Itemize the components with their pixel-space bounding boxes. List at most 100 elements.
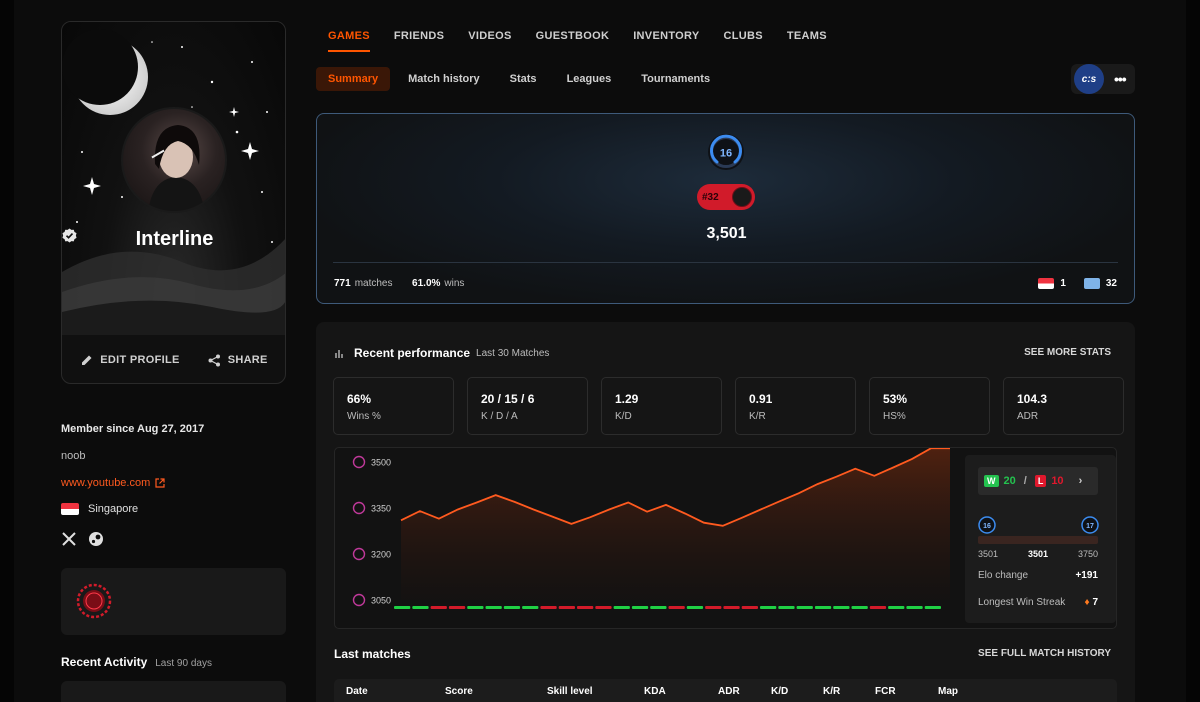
col-adr[interactable]: ADR [718, 686, 740, 697]
share-button[interactable]: SHARE [208, 354, 268, 367]
match-result-win[interactable] [888, 606, 905, 609]
match-result-loss[interactable] [577, 606, 594, 609]
fire-icon: ♦ [1084, 597, 1090, 608]
match-result-loss[interactable] [540, 606, 557, 609]
match-result-win[interactable] [778, 606, 795, 609]
x-twitter-icon[interactable] [61, 531, 77, 547]
stat-value: 104.3 [1017, 392, 1048, 406]
stat-label: K/R [749, 411, 766, 422]
col-skill-level[interactable]: Skill level [547, 686, 593, 697]
match-result-win[interactable] [412, 606, 429, 609]
recent-activity-header: Recent Activity Last 90 days [61, 655, 212, 669]
elite-badge-icon[interactable] [76, 583, 112, 619]
match-result-win[interactable] [833, 606, 850, 609]
match-result-win[interactable] [631, 606, 649, 609]
social-links [61, 531, 104, 547]
summary-totals: 771 matches 61.0% wins [334, 278, 464, 289]
elo-change-row: Elo change +191 [978, 570, 1098, 581]
match-result-win[interactable] [650, 606, 667, 609]
country-rank: 1 [1060, 278, 1066, 289]
summary-rankings: 1 32 [1038, 278, 1117, 289]
subtab-summary[interactable]: Summary [316, 67, 391, 91]
stat-label: Wins % [347, 411, 381, 422]
win-streak-label: Longest Win Streak [978, 597, 1066, 608]
match-result-win[interactable] [814, 606, 832, 609]
match-result-win[interactable] [796, 606, 813, 609]
rank-value: #32 [702, 191, 719, 203]
window-edge-left [0, 0, 14, 702]
stat-kd: 1.29 K/D [601, 377, 722, 435]
tab-guestbook[interactable]: GUESTBOOK [524, 30, 622, 52]
profile-link[interactable]: www.youtube.com [61, 477, 165, 489]
match-result-win[interactable] [467, 606, 484, 609]
match-result-win[interactable] [851, 606, 868, 609]
share-icon [208, 354, 220, 366]
col-score[interactable]: Score [445, 686, 473, 697]
match-result-loss[interactable] [668, 606, 685, 609]
game-selector[interactable]: c:s ••• [1071, 64, 1135, 94]
sub-tabs: Summary Match history Stats Leagues Tour… [316, 67, 722, 91]
subtab-leagues[interactable]: Leagues [555, 67, 624, 91]
match-result-loss[interactable] [705, 606, 722, 609]
match-result-win[interactable] [522, 606, 539, 609]
external-link-icon [155, 478, 165, 488]
match-result-win[interactable] [503, 606, 521, 609]
pencil-icon [82, 355, 92, 365]
match-result-win[interactable] [613, 606, 630, 609]
tab-clubs[interactable]: CLUBS [711, 30, 774, 52]
match-result-win[interactable] [924, 606, 941, 609]
tab-games[interactable]: GAMES [316, 30, 382, 52]
bar-chart-icon [335, 350, 343, 358]
stat-value: 53% [883, 392, 908, 406]
match-result-loss[interactable] [558, 606, 575, 609]
subtab-stats[interactable]: Stats [498, 67, 549, 91]
main-tabs: GAMES FRIENDS VIDEOS GUESTBOOK INVENTORY… [316, 30, 839, 52]
col-date[interactable]: Date [346, 686, 368, 697]
tab-friends[interactable]: FRIENDS [382, 30, 456, 52]
tab-videos[interactable]: VIDEOS [456, 30, 523, 52]
tab-teams[interactable]: TEAMS [775, 30, 839, 52]
avatar [121, 107, 227, 213]
stat-wins: 66% Wins % [333, 377, 454, 435]
subtab-tournaments[interactable]: Tournaments [629, 67, 722, 91]
verified-badge-icon [62, 228, 77, 243]
elo-value: 3,501 [706, 225, 747, 242]
more-options-icon[interactable]: ••• [1114, 71, 1127, 87]
match-result-loss[interactable] [595, 606, 612, 609]
match-result-loss[interactable] [723, 606, 740, 609]
match-result-loss[interactable] [448, 606, 466, 609]
subtab-match-history[interactable]: Match history [396, 67, 492, 91]
see-full-match-history-link[interactable]: SEE FULL MATCH HISTORY [978, 648, 1111, 659]
match-result-loss[interactable] [869, 606, 887, 609]
edit-profile-button[interactable]: EDIT PROFILE [81, 354, 179, 366]
match-result-win[interactable] [906, 606, 923, 609]
col-fcr[interactable]: FCR [875, 686, 896, 697]
matches-label: matches [354, 278, 393, 289]
col-kda[interactable]: KDA [644, 686, 666, 697]
edit-profile-label: EDIT PROFILE [100, 354, 180, 366]
col-kd[interactable]: K/D [771, 686, 788, 697]
match-result-loss[interactable] [430, 606, 447, 609]
stat-value: 0.91 [749, 392, 773, 406]
match-result-win[interactable] [394, 606, 411, 609]
performance-subtitle: Last 30 Matches [476, 347, 550, 359]
matches-count: 771 [334, 278, 351, 289]
profile-name-row: Interline [62, 228, 285, 251]
tab-inventory[interactable]: INVENTORY [621, 30, 711, 52]
match-result-win[interactable] [485, 606, 502, 609]
col-kr[interactable]: K/R [823, 686, 840, 697]
match-result-win[interactable] [760, 606, 777, 609]
match-result-win[interactable] [686, 606, 704, 609]
y-tick-label: 3500 [371, 458, 391, 468]
chevron-right-icon: › [1078, 475, 1083, 487]
stat-value: 66% [347, 392, 372, 406]
steam-icon[interactable] [88, 531, 104, 547]
col-map[interactable]: Map [938, 686, 958, 697]
win-loss-summary[interactable]: W 20 / L 10 › [978, 467, 1098, 495]
losses-count: 10 [1051, 475, 1064, 487]
win-streak-value: 7 [1092, 597, 1098, 608]
match-result-loss[interactable] [741, 606, 758, 609]
see-more-stats-link[interactable]: SEE MORE STATS [1024, 347, 1111, 358]
stat-label: ADR [1017, 411, 1039, 422]
elo-range-min: 3501 [978, 549, 999, 559]
